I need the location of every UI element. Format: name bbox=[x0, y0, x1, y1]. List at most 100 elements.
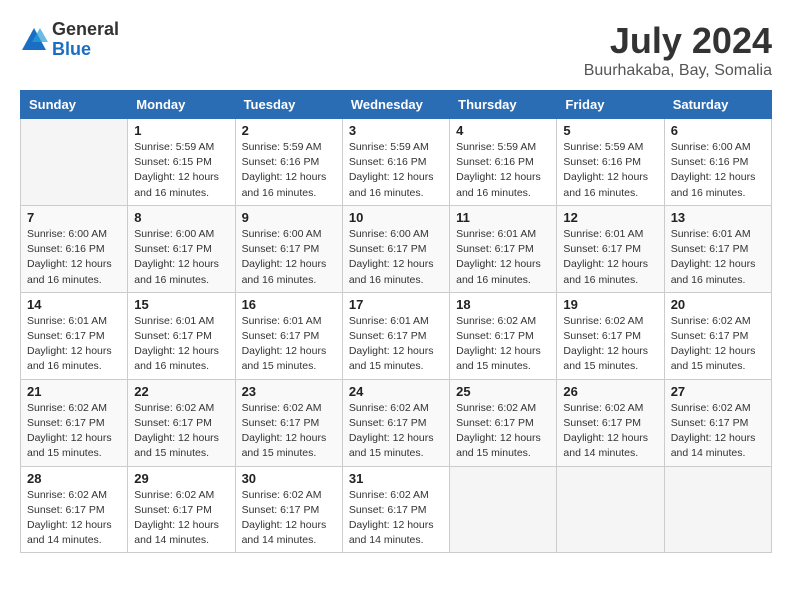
day-number: 25 bbox=[456, 384, 550, 399]
calendar-cell: 29Sunrise: 6:02 AMSunset: 6:17 PMDayligh… bbox=[128, 466, 235, 553]
day-info: Sunrise: 6:01 AMSunset: 6:17 PMDaylight:… bbox=[27, 314, 121, 375]
calendar-week-row: 21 Sunrise: 6:02 AMSunset: 6:17 PMDayligh… bbox=[21, 379, 772, 466]
day-info: Sunrise: 6:01 AMSunset: 6:17 PMDaylight:… bbox=[671, 227, 765, 288]
day-number: 23 bbox=[242, 384, 336, 399]
weekday-header-monday: Monday bbox=[128, 91, 235, 119]
day-number: 10 bbox=[349, 210, 443, 225]
day-number: 29 bbox=[134, 471, 228, 486]
calendar-cell: 12Sunrise: 6:01 AMSunset: 6:17 PMDayligh… bbox=[557, 205, 664, 292]
day-number: 30 bbox=[242, 471, 336, 486]
calendar-cell: 20 Sunrise: 6:02 AMSunset: 6:17 PMDayligh… bbox=[664, 292, 771, 379]
calendar-cell bbox=[664, 466, 771, 553]
day-info: Sunrise: 6:02 AMSunset: 6:17 PMDaylight:… bbox=[242, 401, 336, 462]
weekday-header-row: SundayMondayTuesdayWednesdayThursdayFrid… bbox=[21, 91, 772, 119]
calendar-cell: 24 Sunrise: 6:02 AMSunset: 6:17 PMDayligh… bbox=[342, 379, 449, 466]
calendar-cell: 11 Sunrise: 6:01 AMSunset: 6:17 PMDayligh… bbox=[450, 205, 557, 292]
calendar-cell: 17 Sunrise: 6:01 AMSunset: 6:17 PMDayligh… bbox=[342, 292, 449, 379]
day-info: Sunrise: 6:02 AMSunset: 6:17 PMDaylight:… bbox=[349, 488, 443, 549]
weekday-header-saturday: Saturday bbox=[664, 91, 771, 119]
calendar-cell: 9 Sunrise: 6:00 AMSunset: 6:17 PMDaylight… bbox=[235, 205, 342, 292]
calendar-week-row: 14 Sunrise: 6:01 AMSunset: 6:17 PMDayligh… bbox=[21, 292, 772, 379]
day-info: Sunrise: 6:01 AMSunset: 6:17 PMDaylight:… bbox=[563, 227, 657, 288]
day-number: 3 bbox=[349, 123, 443, 138]
day-number: 2 bbox=[242, 123, 336, 138]
calendar-cell: 15Sunrise: 6:01 AMSunset: 6:17 PMDayligh… bbox=[128, 292, 235, 379]
day-info: Sunrise: 6:02 AMSunset: 6:17 PMDaylight:… bbox=[27, 401, 121, 462]
day-info: Sunrise: 5:59 AMSunset: 6:16 PMDaylight:… bbox=[563, 140, 657, 201]
calendar-cell: 19 Sunrise: 6:02 AMSunset: 6:17 PMDayligh… bbox=[557, 292, 664, 379]
day-info: Sunrise: 6:00 AMSunset: 6:16 PMDaylight:… bbox=[27, 227, 121, 288]
day-info: Sunrise: 5:59 AMSunset: 6:16 PMDaylight:… bbox=[456, 140, 550, 201]
calendar-cell: 5 Sunrise: 5:59 AMSunset: 6:16 PMDaylight… bbox=[557, 119, 664, 206]
day-number: 20 bbox=[671, 297, 765, 312]
day-number: 24 bbox=[349, 384, 443, 399]
calendar-cell: 26Sunrise: 6:02 AMSunset: 6:17 PMDayligh… bbox=[557, 379, 664, 466]
day-number: 21 bbox=[27, 384, 121, 399]
month-title: July 2024 bbox=[584, 20, 772, 62]
calendar-cell: 7 Sunrise: 6:00 AMSunset: 6:16 PMDaylight… bbox=[21, 205, 128, 292]
day-number: 27 bbox=[671, 384, 765, 399]
calendar-cell: 31 Sunrise: 6:02 AMSunset: 6:17 PMDayligh… bbox=[342, 466, 449, 553]
calendar-cell: 28Sunrise: 6:02 AMSunset: 6:17 PMDayligh… bbox=[21, 466, 128, 553]
day-info: Sunrise: 6:02 AMSunset: 6:17 PMDaylight:… bbox=[563, 314, 657, 375]
day-info: Sunrise: 6:02 AMSunset: 6:17 PMDaylight:… bbox=[456, 314, 550, 375]
calendar-cell: 18Sunrise: 6:02 AMSunset: 6:17 PMDayligh… bbox=[450, 292, 557, 379]
calendar-cell: 4 Sunrise: 5:59 AMSunset: 6:16 PMDaylight… bbox=[450, 119, 557, 206]
day-number: 19 bbox=[563, 297, 657, 312]
day-number: 5 bbox=[563, 123, 657, 138]
day-info: Sunrise: 6:02 AMSunset: 6:17 PMDaylight:… bbox=[349, 401, 443, 462]
calendar-cell: 6 Sunrise: 6:00 AMSunset: 6:16 PMDaylight… bbox=[664, 119, 771, 206]
day-info: Sunrise: 6:02 AMSunset: 6:17 PMDaylight:… bbox=[563, 401, 657, 462]
day-number: 28 bbox=[27, 471, 121, 486]
calendar-week-row: 1 Sunrise: 5:59 AMSunset: 6:15 PMDaylight… bbox=[21, 119, 772, 206]
day-number: 17 bbox=[349, 297, 443, 312]
day-info: Sunrise: 6:01 AMSunset: 6:17 PMDaylight:… bbox=[134, 314, 228, 375]
calendar-cell: 1 Sunrise: 5:59 AMSunset: 6:15 PMDaylight… bbox=[128, 119, 235, 206]
weekday-header-thursday: Thursday bbox=[450, 91, 557, 119]
weekday-header-tuesday: Tuesday bbox=[235, 91, 342, 119]
calendar-cell: 16Sunrise: 6:01 AMSunset: 6:17 PMDayligh… bbox=[235, 292, 342, 379]
location-text: Buurhakaba, Bay, Somalia bbox=[584, 62, 772, 80]
day-number: 7 bbox=[27, 210, 121, 225]
calendar-cell: 8 Sunrise: 6:00 AMSunset: 6:17 PMDaylight… bbox=[128, 205, 235, 292]
day-info: Sunrise: 6:00 AMSunset: 6:17 PMDaylight:… bbox=[242, 227, 336, 288]
day-number: 9 bbox=[242, 210, 336, 225]
day-number: 6 bbox=[671, 123, 765, 138]
day-info: Sunrise: 6:01 AMSunset: 6:17 PMDaylight:… bbox=[349, 314, 443, 375]
calendar-cell: 10Sunrise: 6:00 AMSunset: 6:17 PMDayligh… bbox=[342, 205, 449, 292]
weekday-header-friday: Friday bbox=[557, 91, 664, 119]
day-info: Sunrise: 6:02 AMSunset: 6:17 PMDaylight:… bbox=[671, 314, 765, 375]
page-header: General Blue July 2024 Buurhakaba, Bay, … bbox=[20, 20, 772, 80]
calendar-body: 1 Sunrise: 5:59 AMSunset: 6:15 PMDaylight… bbox=[21, 119, 772, 553]
calendar-cell: 3 Sunrise: 5:59 AMSunset: 6:16 PMDaylight… bbox=[342, 119, 449, 206]
logo-icon bbox=[20, 26, 48, 54]
day-number: 4 bbox=[456, 123, 550, 138]
calendar-cell: 23 Sunrise: 6:02 AMSunset: 6:17 PMDayligh… bbox=[235, 379, 342, 466]
weekday-header-wednesday: Wednesday bbox=[342, 91, 449, 119]
day-number: 31 bbox=[349, 471, 443, 486]
day-info: Sunrise: 6:02 AMSunset: 6:17 PMDaylight:… bbox=[671, 401, 765, 462]
day-info: Sunrise: 6:00 AMSunset: 6:16 PMDaylight:… bbox=[671, 140, 765, 201]
calendar-cell: 14 Sunrise: 6:01 AMSunset: 6:17 PMDayligh… bbox=[21, 292, 128, 379]
calendar-week-row: 7 Sunrise: 6:00 AMSunset: 6:16 PMDaylight… bbox=[21, 205, 772, 292]
calendar-table: SundayMondayTuesdayWednesdayThursdayFrid… bbox=[20, 90, 772, 553]
day-number: 14 bbox=[27, 297, 121, 312]
day-info: Sunrise: 5:59 AMSunset: 6:16 PMDaylight:… bbox=[349, 140, 443, 201]
day-info: Sunrise: 6:02 AMSunset: 6:17 PMDaylight:… bbox=[242, 488, 336, 549]
calendar-cell: 27 Sunrise: 6:02 AMSunset: 6:17 PMDayligh… bbox=[664, 379, 771, 466]
calendar-cell bbox=[450, 466, 557, 553]
day-info: Sunrise: 6:00 AMSunset: 6:17 PMDaylight:… bbox=[134, 227, 228, 288]
day-number: 11 bbox=[456, 210, 550, 225]
calendar-cell bbox=[21, 119, 128, 206]
day-info: Sunrise: 5:59 AMSunset: 6:15 PMDaylight:… bbox=[134, 140, 228, 201]
calendar-cell: 13 Sunrise: 6:01 AMSunset: 6:17 PMDayligh… bbox=[664, 205, 771, 292]
logo-text: General Blue bbox=[52, 20, 119, 60]
day-number: 1 bbox=[134, 123, 228, 138]
day-info: Sunrise: 6:01 AMSunset: 6:17 PMDaylight:… bbox=[456, 227, 550, 288]
calendar-cell: 2Sunrise: 5:59 AMSunset: 6:16 PMDaylight… bbox=[235, 119, 342, 206]
day-number: 13 bbox=[671, 210, 765, 225]
calendar-cell: 25Sunrise: 6:02 AMSunset: 6:17 PMDayligh… bbox=[450, 379, 557, 466]
logo: General Blue bbox=[20, 20, 119, 60]
logo-blue-text: Blue bbox=[52, 40, 119, 60]
day-number: 8 bbox=[134, 210, 228, 225]
